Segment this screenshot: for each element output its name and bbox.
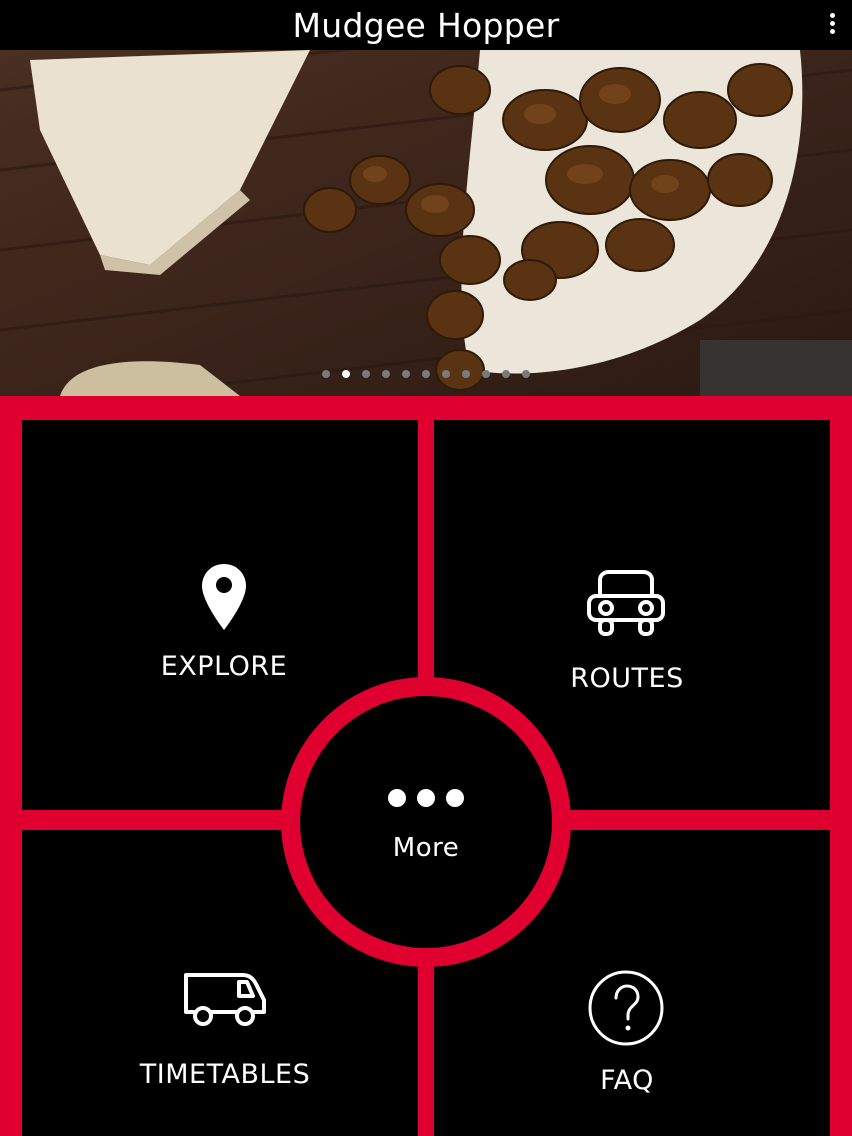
more-button[interactable] — [300, 696, 552, 948]
carousel-dot[interactable] — [502, 370, 510, 378]
bus-icon — [184, 973, 266, 1026]
routes-label: ROUTES — [570, 663, 684, 694]
explore-label: EXPLORE — [160, 651, 288, 682]
carousel-dot[interactable] — [382, 370, 390, 378]
timetables-label: TIMETABLES — [139, 1059, 311, 1090]
app-title: Mudgee Hopper — [292, 6, 560, 45]
more-label: More — [392, 833, 460, 863]
carousel-dot[interactable] — [362, 370, 370, 378]
cheese-walnut-photo — [0, 50, 852, 396]
carousel-dot[interactable] — [522, 370, 530, 378]
app-bar: Mudgee Hopper — [0, 0, 852, 50]
hero-image[interactable] — [0, 50, 852, 396]
carousel-dot[interactable] — [482, 370, 490, 378]
carousel-dot[interactable] — [462, 370, 470, 378]
car-icon — [587, 570, 665, 636]
faq-label: FAQ — [600, 1065, 654, 1096]
carousel-dot[interactable] — [402, 370, 410, 378]
overflow-menu-icon[interactable] — [822, 12, 842, 38]
map-pin-icon — [202, 564, 246, 630]
carousel-dot[interactable] — [422, 370, 430, 378]
carousel-dot[interactable] — [322, 370, 330, 378]
more-dots-icon — [388, 789, 464, 807]
carousel-indicator[interactable] — [0, 370, 852, 382]
carousel-dot[interactable] — [442, 370, 450, 378]
question-circle-icon — [588, 970, 664, 1046]
carousel-dot[interactable] — [342, 370, 350, 378]
